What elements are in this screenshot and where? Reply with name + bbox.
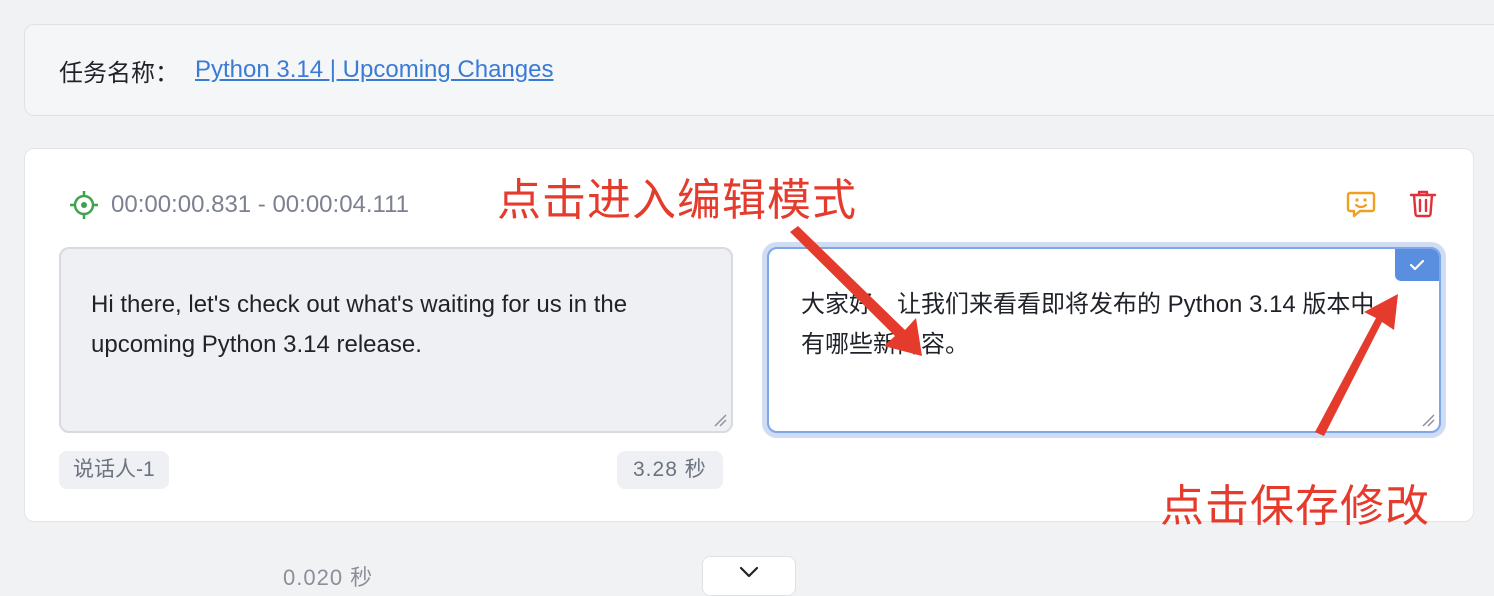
gap-duration: 0.020 秒 [283, 565, 374, 590]
speaker-badge[interactable]: 说话人-1 [59, 451, 169, 489]
source-text-area[interactable]: Hi there, let's check out what's waiting… [59, 247, 733, 433]
task-header: 任务名称： Python 3.14 | Upcoming Changes [24, 24, 1494, 116]
trash-icon [1409, 190, 1437, 218]
annotation-save: 点击保存修改 [1160, 481, 1430, 532]
expand-button[interactable] [702, 556, 796, 596]
comment-button[interactable] [1345, 187, 1377, 219]
chevron-down-icon [739, 566, 759, 578]
save-button[interactable] [1395, 249, 1439, 281]
comment-smile-icon [1346, 191, 1376, 218]
segment-actions [1345, 187, 1439, 219]
timecode-text: 00:00:00.831 - 00:00:04.111 [111, 191, 410, 218]
locate-target-icon[interactable] [69, 190, 99, 220]
check-icon [1409, 259, 1425, 271]
duration-badge: 3.28 秒 [617, 451, 723, 489]
source-text: Hi there, let's check out what's waiting… [91, 291, 628, 358]
delete-button[interactable] [1407, 187, 1439, 219]
annotation-edit-mode: 点击进入编辑模式 [497, 175, 857, 226]
translation-text: 大家好，让我们来看看即将发布的 Python 3.14 版本中有哪些新内容。 [801, 291, 1375, 358]
translation-text-area[interactable]: 大家好，让我们来看看即将发布的 Python 3.14 版本中有哪些新内容。 [767, 247, 1441, 433]
task-name-label: 任务名称： [59, 59, 179, 87]
task-title-link[interactable]: Python 3.14 | Upcoming Changes [195, 56, 553, 84]
resize-handle-icon[interactable] [1421, 413, 1435, 427]
resize-handle-icon[interactable] [713, 413, 727, 427]
segment-timecode[interactable]: 00:00:00.831 - 00:00:04.111 [69, 187, 409, 223]
